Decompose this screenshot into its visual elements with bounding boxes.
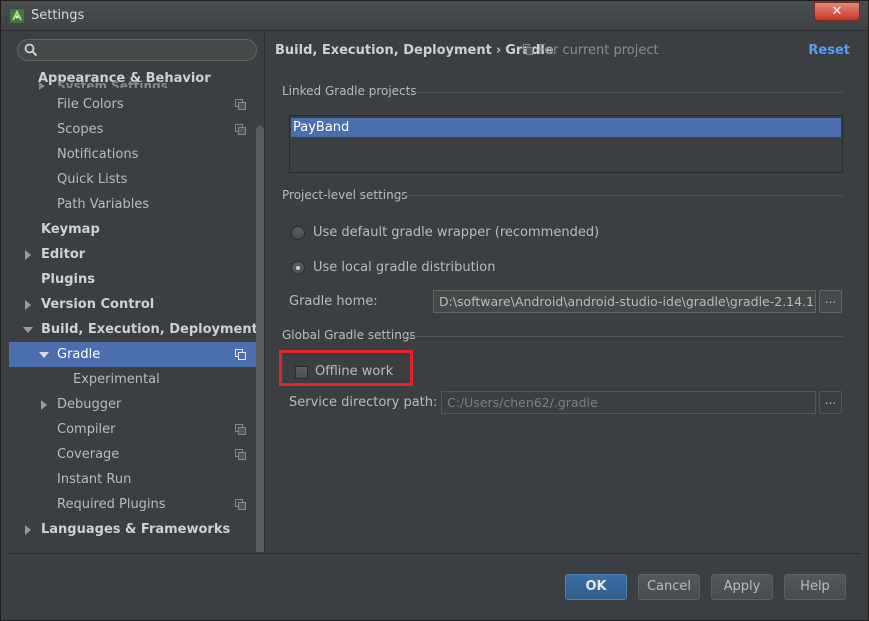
global-settings-title: Global Gradle settings	[282, 328, 416, 342]
radio-button[interactable]	[291, 261, 305, 275]
sidebar-item-editor[interactable]: Editor	[9, 242, 256, 267]
chevron-right-icon	[39, 82, 45, 90]
sidebar-item-label: Notifications	[57, 147, 139, 162]
breadcrumb: Build, Execution, Deployment›Gradle	[275, 43, 554, 58]
copy-icon	[235, 99, 246, 110]
tree-item-cut-system-settings: System Settings	[57, 80, 168, 88]
copy-icon	[235, 499, 246, 510]
sidebar-scrollbar[interactable]	[256, 126, 264, 552]
gradle-home-field[interactable]: D:\software\Android\android-studio-ide\g…	[433, 290, 816, 313]
service-directory-browse-button[interactable]: ...	[819, 391, 842, 414]
sidebar-item-label: Experimental	[73, 372, 160, 387]
copy-icon	[523, 44, 533, 55]
chevron-right-icon[interactable]	[23, 525, 33, 535]
settings-tree: Appearance & Behavior System Settings Fi…	[9, 68, 258, 542]
gradle-home-browse-button[interactable]: ...	[819, 290, 842, 313]
gradle-home-label: Gradle home:	[289, 294, 378, 309]
sidebar-item-debugger[interactable]: Debugger	[9, 392, 256, 417]
sidebar-item-file-colors[interactable]: File Colors	[9, 92, 256, 117]
scope-hint: For current project	[523, 43, 659, 58]
sidebar-item-build-execution-deployment[interactable]: Build, Execution, Deployment	[9, 317, 258, 342]
sidebar-item-label: Debugger	[57, 397, 122, 412]
breadcrumb-separator: ›	[495, 43, 502, 58]
search-box[interactable]	[17, 39, 257, 61]
sidebar-item-scopes[interactable]: Scopes	[9, 117, 256, 142]
close-button[interactable]: ✕	[814, 2, 860, 21]
sidebar-item-label: Instant Run	[57, 472, 132, 487]
chevron-down-icon[interactable]	[39, 350, 49, 360]
sidebar-item-label: Coverage	[57, 447, 120, 462]
sidebar-item-notifications[interactable]: Notifications	[9, 142, 256, 167]
sidebar-item-gradle[interactable]: Gradle	[9, 342, 256, 367]
apply-button[interactable]: Apply	[711, 574, 773, 600]
radio-label: Use default gradle wrapper (recommended)	[313, 225, 600, 240]
breadcrumb-parent: Build, Execution, Deployment	[275, 43, 492, 58]
copy-icon	[235, 424, 246, 435]
list-item[interactable]: PayBand	[291, 118, 841, 137]
radio-label: Use local gradle distribution	[313, 260, 496, 275]
linked-projects-list[interactable]: PayBand	[289, 115, 843, 173]
sidebar-item-label: Required Plugins	[57, 497, 166, 512]
title-bar: Settings ✕	[1, 1, 868, 31]
annotation-highlight	[279, 350, 413, 386]
radio-button[interactable]	[291, 226, 305, 240]
cancel-button[interactable]: Cancel	[638, 574, 700, 600]
sidebar-item-label: Keymap	[41, 222, 100, 237]
section-divider	[399, 195, 843, 196]
android-studio-icon	[10, 9, 24, 23]
help-button[interactable]: Help	[784, 574, 846, 600]
project-level-title: Project-level settings	[282, 188, 408, 202]
copy-icon	[235, 449, 246, 460]
gradle-settings-panel: Build, Execution, Deployment›Gradle For …	[267, 32, 862, 552]
sidebar-item-label: Editor	[41, 247, 86, 262]
chevron-down-icon[interactable]	[23, 325, 33, 335]
sidebar-item-label: Version Control	[41, 297, 155, 312]
search-input[interactable]	[40, 42, 250, 58]
window-title: Settings	[31, 8, 85, 23]
sidebar-item-version-control[interactable]: Version Control	[9, 292, 256, 317]
search-icon	[24, 43, 38, 57]
linked-projects-title: Linked Gradle projects	[282, 84, 417, 98]
copy-icon	[235, 124, 246, 135]
service-directory-field[interactable]: C:/Users/chen62/.gradle	[441, 391, 816, 414]
section-divider	[403, 336, 843, 337]
sidebar-item-label: Scopes	[57, 122, 104, 137]
tree-header-appearance[interactable]: Appearance & Behavior System Settings	[9, 68, 256, 92]
settings-window: Settings ✕ Appearance & Behavior System …	[0, 0, 869, 621]
sidebar-item-experimental[interactable]: Experimental	[9, 367, 256, 392]
sidebar-item-quick-lists[interactable]: Quick Lists	[9, 167, 256, 192]
sidebar-item-coverage[interactable]: Coverage	[9, 442, 256, 467]
copy-icon	[235, 349, 246, 360]
sidebar-item-label: Languages & Frameworks	[41, 522, 231, 537]
sidebar-item-label: Compiler	[57, 422, 116, 437]
sidebar-item-keymap[interactable]: Keymap	[9, 217, 256, 242]
sidebar-item-plugins[interactable]: Plugins	[9, 267, 256, 292]
sidebar-item-label: Plugins	[41, 272, 95, 287]
dialog-footer: OK Cancel Apply Help	[9, 553, 862, 614]
ok-button[interactable]: OK	[565, 574, 627, 600]
sidebar-item-label: Path Variables	[57, 197, 150, 212]
chevron-right-icon[interactable]	[23, 250, 33, 260]
chevron-right-icon[interactable]	[39, 400, 49, 410]
scope-label: For current project	[538, 43, 659, 58]
settings-sidebar: Appearance & Behavior System Settings Fi…	[9, 32, 265, 552]
sidebar-item-compiler[interactable]: Compiler	[9, 417, 256, 442]
sidebar-item-path-variables[interactable]: Path Variables	[9, 192, 256, 217]
scrollbar-thumb[interactable]	[256, 126, 264, 552]
sidebar-item-instant-run[interactable]: Instant Run	[9, 467, 256, 492]
sidebar-item-required-plugins[interactable]: Required Plugins	[9, 492, 256, 517]
sidebar-item-label: Quick Lists	[57, 172, 128, 187]
sidebar-item-label: Gradle	[57, 347, 101, 362]
sidebar-item-label: File Colors	[57, 97, 124, 112]
section-divider	[407, 92, 843, 93]
sidebar-item-languages-frameworks[interactable]: Languages & Frameworks	[9, 517, 256, 542]
reset-link[interactable]: Reset	[808, 43, 850, 58]
sidebar-item-label: Build, Execution, Deployment	[41, 322, 258, 337]
chevron-right-icon[interactable]	[23, 300, 33, 310]
service-directory-label: Service directory path:	[289, 395, 438, 410]
